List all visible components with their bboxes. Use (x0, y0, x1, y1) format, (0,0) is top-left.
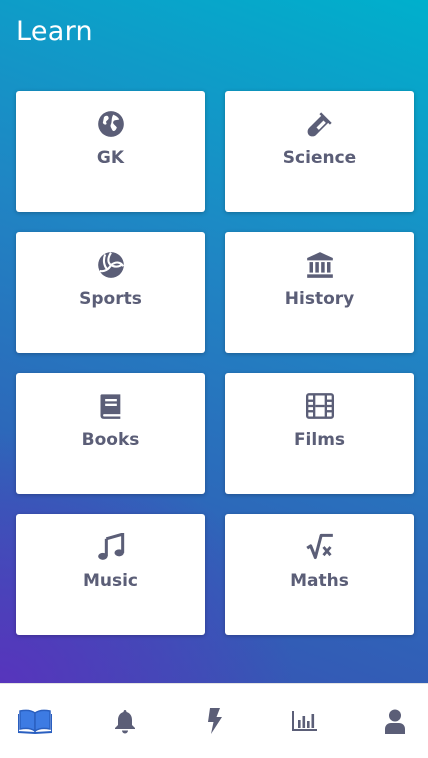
nav-stats[interactable] (287, 703, 323, 739)
category-card-music[interactable]: Music (16, 514, 205, 635)
category-card-history[interactable]: History (225, 232, 414, 353)
category-label: Films (293, 430, 346, 450)
category-label: Maths (290, 571, 349, 591)
category-label: Music (82, 571, 139, 591)
bottom-nav (0, 683, 428, 758)
film-icon (305, 392, 334, 420)
category-label: History (284, 289, 355, 309)
bell-icon (115, 709, 135, 733)
landmark-icon (306, 251, 334, 279)
category-label: GK (96, 148, 125, 168)
category-card-sports[interactable]: Sports (16, 232, 205, 353)
category-card-maths[interactable]: Maths (225, 514, 414, 635)
category-label: Science (282, 148, 357, 168)
category-card-science[interactable]: Science (225, 91, 414, 212)
music-icon (97, 533, 125, 561)
square-root-icon (305, 533, 334, 561)
category-card-gk[interactable]: GK (16, 91, 205, 212)
page-title: Learn (16, 16, 93, 47)
bar-chart-icon (292, 711, 317, 731)
learn-screen: Learn GK Science Sports History Books Fi… (0, 0, 428, 683)
globe-icon (97, 110, 125, 138)
category-card-films[interactable]: Films (225, 373, 414, 494)
user-icon (385, 709, 405, 734)
nav-learn[interactable] (17, 703, 53, 739)
book-icon (97, 392, 125, 420)
category-label: Books (81, 430, 140, 450)
nav-profile[interactable] (377, 703, 413, 739)
category-card-books[interactable]: Books (16, 373, 205, 494)
category-label: Sports (79, 289, 142, 309)
nav-activity[interactable] (197, 703, 233, 739)
volleyball-icon (97, 251, 125, 279)
category-grid: GK Science Sports History Books Films Mu… (16, 91, 414, 635)
nav-notifications[interactable] (107, 703, 143, 739)
lightning-icon (208, 708, 222, 734)
open-book-icon (18, 709, 52, 734)
flask-icon (306, 110, 334, 138)
